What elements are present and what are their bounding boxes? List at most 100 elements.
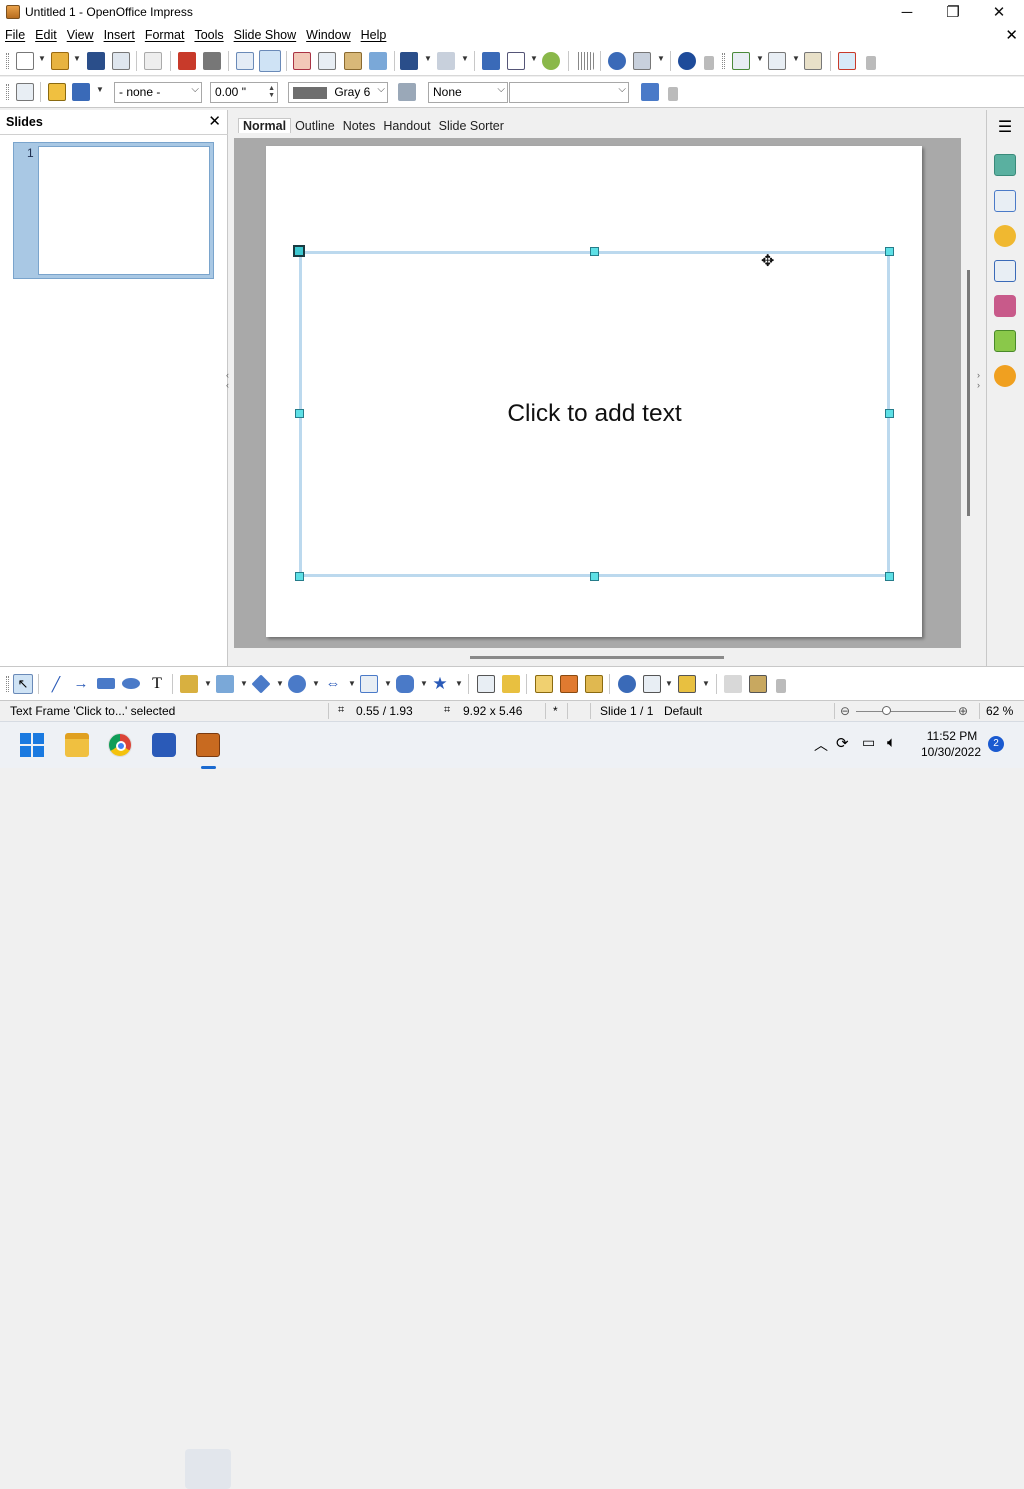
slide-thumbnail-1[interactable]: 1 — [13, 142, 214, 279]
styles-icon[interactable] — [994, 295, 1016, 317]
slide-show-icon[interactable] — [838, 52, 856, 70]
area-fill-icon[interactable] — [398, 83, 416, 101]
menu-insert[interactable]: Insert — [99, 28, 140, 42]
tab-handout[interactable]: Handout — [379, 119, 434, 133]
stars-icon[interactable]: ★ — [431, 674, 449, 693]
toolbar-options-icon[interactable] — [776, 679, 786, 693]
basic-shapes-icon[interactable] — [251, 674, 271, 694]
chrome-icon[interactable] — [108, 733, 132, 757]
resize-handle-top[interactable] — [590, 247, 599, 256]
properties-icon[interactable] — [994, 154, 1016, 176]
gallery-toolbar-icon[interactable] — [585, 675, 603, 693]
resize-handle-bottom[interactable] — [590, 572, 599, 581]
callouts-icon[interactable] — [396, 675, 414, 693]
gallery-icon[interactable] — [994, 330, 1016, 352]
flowchart-dropdown-icon[interactable]: ▼ — [384, 679, 392, 688]
block-arrows-icon[interactable]: ⇔ — [324, 675, 342, 693]
slide-transition-icon[interactable] — [994, 260, 1016, 282]
fontwork-icon[interactable] — [542, 52, 560, 70]
ellipse-tool-icon[interactable] — [122, 678, 140, 689]
auto-spellcheck-icon[interactable] — [259, 50, 281, 72]
paste-icon[interactable] — [344, 52, 362, 70]
insert-image-icon[interactable] — [560, 675, 578, 693]
zoom-slider-knob[interactable] — [882, 706, 891, 715]
undo-dropdown-icon[interactable]: ▼ — [424, 54, 432, 63]
clone-formatting-icon[interactable] — [369, 52, 387, 70]
update-icon[interactable]: ⟳ — [836, 734, 849, 752]
resize-handle-top-left[interactable] — [293, 245, 305, 257]
shadow-icon[interactable] — [641, 83, 659, 101]
arrange-dropdown-icon[interactable]: ▼ — [702, 679, 710, 688]
new-slide-dropdown-icon[interactable]: ▼ — [756, 54, 764, 63]
text-tool-icon[interactable]: T — [148, 674, 166, 692]
table-icon[interactable] — [507, 52, 525, 70]
scrollbar-thumb[interactable] — [470, 656, 724, 659]
slide-layout-icon[interactable] — [768, 52, 786, 70]
grid-icon[interactable] — [576, 52, 594, 70]
resize-handle-bottom-right[interactable] — [885, 572, 894, 581]
curve-dropdown-icon[interactable]: ▼ — [204, 679, 212, 688]
spellcheck-icon[interactable] — [236, 52, 254, 70]
close-document-button[interactable]: ✕ — [1005, 26, 1018, 44]
notification-badge[interactable]: 2 — [988, 736, 1004, 752]
resize-handle-left[interactable] — [295, 409, 304, 418]
start-windows-icon[interactable] — [20, 733, 44, 757]
store-icon[interactable] — [152, 733, 176, 757]
undo-icon[interactable] — [400, 52, 418, 70]
menu-view[interactable]: View — [62, 28, 99, 42]
callouts-dropdown-icon[interactable]: ▼ — [420, 679, 428, 688]
symbol-shapes-icon[interactable] — [288, 675, 306, 693]
zoom-slider-track[interactable] — [856, 711, 956, 712]
volume-icon[interactable]: 🔈︎ — [887, 734, 896, 751]
minimize-button[interactable]: ─ — [884, 0, 930, 24]
line-tool-icon[interactable]: ╱ — [47, 675, 65, 693]
arrow-style-dropdown-icon[interactable]: ▼ — [96, 85, 104, 94]
new-slide-icon[interactable] — [732, 52, 750, 70]
curve-tool-icon[interactable] — [180, 675, 198, 693]
stars-dropdown-icon[interactable]: ▼ — [455, 679, 463, 688]
export-pdf-icon[interactable] — [178, 52, 196, 70]
scrollbar-thumb[interactable] — [967, 270, 970, 516]
panel-collapse-icon[interactable]: ‹ ‹ — [226, 370, 229, 390]
zoom-out-icon[interactable]: ⊖ — [840, 704, 850, 718]
toolbar-grip-icon[interactable] — [6, 676, 9, 692]
text-frame[interactable]: Click to add text — [299, 251, 890, 577]
block-arrows-dropdown-icon[interactable]: ▼ — [348, 679, 356, 688]
line-icon[interactable] — [48, 83, 66, 101]
redo-icon[interactable] — [437, 52, 455, 70]
toolbar-grip-icon[interactable] — [6, 84, 9, 100]
new-document-icon[interactable] — [16, 52, 34, 70]
resize-handle-top-right[interactable] — [885, 247, 894, 256]
openoffice-impress-taskbar-icon[interactable] — [196, 733, 220, 757]
rectangle-tool-icon[interactable] — [97, 678, 115, 689]
tab-notes[interactable]: Notes — [339, 119, 380, 133]
help-icon[interactable] — [678, 52, 696, 70]
symbol-shapes-dropdown-icon[interactable]: ▼ — [312, 679, 320, 688]
custom-animation-icon[interactable] — [994, 225, 1016, 247]
line-style-select[interactable]: - none - ⌵ — [114, 82, 202, 103]
area-color-select[interactable]: Gray 6 ⌵ — [288, 82, 388, 103]
new-dropdown-icon[interactable]: ▼ — [38, 54, 46, 63]
effects-icon[interactable] — [749, 675, 767, 693]
menu-edit[interactable]: Edit — [30, 28, 62, 42]
toolbar-options-icon[interactable] — [866, 56, 876, 70]
points-icon[interactable] — [477, 675, 495, 693]
line-width-field[interactable]: 0.00 " ▲ ▼ — [210, 82, 278, 103]
edit-file-icon[interactable] — [144, 52, 162, 70]
glue-points-icon[interactable] — [502, 675, 520, 693]
clock-time[interactable]: 11:52 PM — [922, 729, 982, 743]
resize-handle-bottom-left[interactable] — [295, 572, 304, 581]
menu-tools[interactable]: Tools — [189, 28, 228, 42]
select-arrow-icon[interactable]: ↖ — [13, 674, 33, 694]
zoom-percent[interactable]: 62 % — [986, 704, 1013, 718]
area-fill-select[interactable]: ⌵ — [509, 82, 629, 103]
tab-slide-sorter[interactable]: Slide Sorter — [435, 119, 508, 133]
resize-handle-right[interactable] — [885, 409, 894, 418]
email-icon[interactable] — [112, 52, 130, 70]
toolbar-options-icon[interactable] — [668, 87, 678, 101]
flowchart-icon[interactable] — [360, 675, 378, 693]
redo-dropdown-icon[interactable]: ▼ — [461, 54, 469, 63]
open-dropdown-icon[interactable]: ▼ — [73, 54, 81, 63]
modified-indicator[interactable]: * — [553, 704, 558, 718]
navigator-icon[interactable] — [608, 52, 626, 70]
